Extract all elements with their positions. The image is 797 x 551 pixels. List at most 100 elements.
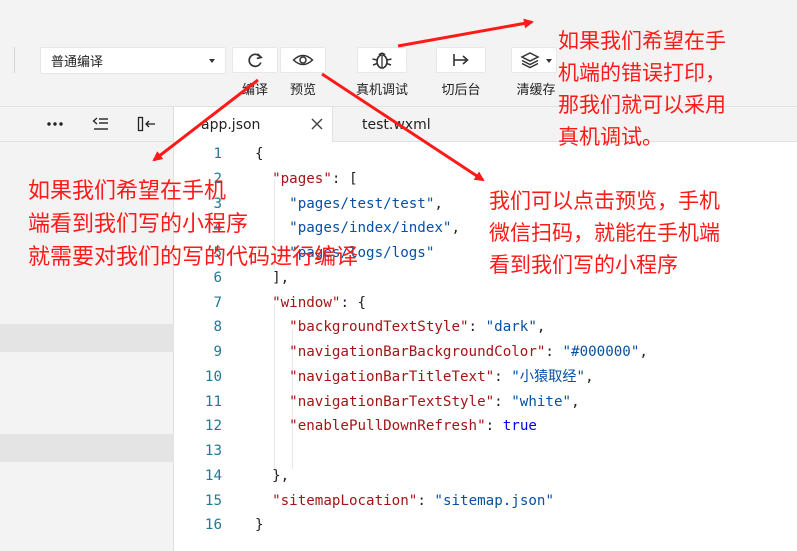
code-token: "sitemapLocation" bbox=[272, 492, 418, 509]
remote-debug-annotation: 如果我们希望在手 机端的错误打印， 那我们就可以采用 真机调试。 bbox=[558, 29, 726, 149]
code-token: } bbox=[255, 517, 264, 534]
tab-test-wxml[interactable]: test.wxml bbox=[333, 107, 453, 142]
code-text: "navigationBarBackgroundColor": "#000000… bbox=[255, 340, 648, 365]
chevron-down-icon bbox=[546, 59, 552, 63]
code-token: , bbox=[571, 393, 580, 410]
line-number: 7 bbox=[213, 294, 222, 311]
code-text: "sitemapLocation": "sitemap.json" bbox=[255, 489, 554, 514]
code-text: "window": { bbox=[255, 291, 366, 316]
compile-mode-select[interactable]: 普通编译 bbox=[40, 47, 226, 74]
code-text: "backgroundTextStyle": "dark", bbox=[255, 315, 545, 340]
code-token: : bbox=[494, 393, 512, 410]
code-token: "navigationBarTitleText" bbox=[289, 368, 495, 385]
switch-background-icon bbox=[451, 52, 471, 68]
code-line[interactable]: 7 "window": { bbox=[175, 291, 797, 316]
code-token: "小猿取经" bbox=[511, 368, 586, 385]
code-token: "navigationBarTextStyle" bbox=[289, 393, 495, 410]
line-number: 9 bbox=[213, 344, 222, 360]
code-token: , bbox=[585, 368, 594, 385]
code-token: "window" bbox=[272, 294, 341, 311]
file-explorer-panel bbox=[0, 107, 174, 551]
code-token: "white" bbox=[511, 393, 572, 410]
code-token: , bbox=[451, 220, 461, 237]
code-text: "navigationBarTextStyle": "white", bbox=[255, 390, 580, 415]
code-token: "backgroundTextStyle" bbox=[289, 319, 469, 336]
tab-label: test.wxml bbox=[362, 116, 431, 133]
code-token: : bbox=[468, 319, 486, 336]
code-text: } bbox=[255, 513, 264, 538]
close-icon[interactable] bbox=[310, 117, 324, 131]
layers-icon bbox=[520, 51, 540, 69]
toolbar-divider bbox=[14, 47, 15, 73]
switch-background-button[interactable] bbox=[436, 47, 486, 73]
collapse-panel-icon[interactable] bbox=[137, 115, 157, 133]
compile-annotation: 如果我们希望在手机 端看到我们写的小程序 就需要对我们的写的代码进行编译 bbox=[28, 179, 359, 270]
code-token: : bbox=[417, 492, 435, 509]
line-number: 1 bbox=[213, 146, 222, 162]
compile-label: 编译 bbox=[241, 83, 268, 98]
more-icon[interactable] bbox=[45, 115, 65, 133]
line-number: 12 bbox=[204, 418, 222, 435]
line-number: 16 bbox=[204, 517, 222, 534]
code-line[interactable]: 15 "sitemapLocation": "sitemap.json" bbox=[175, 489, 797, 514]
remote-debug-label: 真机调试 bbox=[355, 83, 408, 98]
code-token: : bbox=[494, 368, 512, 385]
code-line[interactable]: 16} bbox=[175, 513, 797, 538]
code-line[interactable]: 8 "backgroundTextStyle": "dark", bbox=[175, 315, 797, 340]
compile-mode-value: 普通编译 bbox=[51, 55, 104, 70]
code-text: "enablePullDownRefresh": true bbox=[255, 414, 537, 439]
file-tree-row[interactable] bbox=[0, 434, 174, 462]
code-token: : { bbox=[340, 294, 367, 311]
code-token: "dark" bbox=[485, 319, 537, 336]
line-number: 11 bbox=[204, 393, 222, 410]
line-number: 8 bbox=[213, 319, 222, 336]
line-number: 13 bbox=[204, 443, 222, 459]
explorer-toolbar bbox=[0, 107, 174, 142]
preview-label: 预览 bbox=[289, 83, 316, 98]
clear-cache-button[interactable] bbox=[511, 47, 557, 73]
code-token: , bbox=[536, 319, 546, 336]
code-token: , bbox=[639, 344, 648, 360]
switch-background-label: 切后台 bbox=[441, 83, 481, 98]
code-token: "navigationBarBackgroundColor" bbox=[289, 344, 546, 360]
bug-icon bbox=[371, 50, 393, 70]
code-token: : bbox=[485, 418, 503, 435]
remote-debug-button[interactable] bbox=[357, 47, 407, 73]
tab-app-json[interactable]: app.json bbox=[175, 107, 333, 142]
code-line[interactable]: 9 "navigationBarBackgroundColor": "#0000… bbox=[175, 340, 797, 365]
chevron-down-icon bbox=[209, 59, 215, 63]
compile-button[interactable] bbox=[232, 47, 278, 73]
file-tree-row[interactable] bbox=[0, 324, 174, 352]
code-line[interactable]: 13 bbox=[175, 439, 797, 464]
line-number: 10 bbox=[204, 368, 222, 385]
code-token: }, bbox=[255, 467, 290, 484]
refresh-icon bbox=[245, 50, 265, 70]
code-token: : bbox=[545, 344, 563, 360]
outdent-icon[interactable] bbox=[91, 115, 111, 133]
tab-label: app.json bbox=[201, 116, 261, 133]
code-token: "sitemap.json" bbox=[434, 492, 554, 509]
code-line[interactable]: 11 "navigationBarTextStyle": "white", bbox=[175, 390, 797, 415]
eye-icon bbox=[292, 52, 314, 68]
code-line[interactable]: 14 }, bbox=[175, 464, 797, 489]
code-token: true bbox=[502, 418, 537, 435]
code-text: "navigationBarTitleText": "小猿取经", bbox=[255, 365, 594, 390]
code-line[interactable]: 12 "enablePullDownRefresh": true bbox=[175, 414, 797, 439]
preview-annotation: 我们可以点击预览，手机 微信扫码，就能在手机端 看到我们写的小程序 bbox=[489, 189, 720, 277]
code-token: , bbox=[434, 195, 443, 212]
code-line[interactable]: 10 "navigationBarTitleText": "小猿取经", bbox=[175, 365, 797, 390]
preview-button[interactable] bbox=[280, 47, 326, 73]
code-token: { bbox=[255, 146, 264, 162]
code-token: "enablePullDownRefresh" bbox=[289, 418, 486, 435]
line-number: 15 bbox=[204, 492, 222, 509]
line-number: 14 bbox=[204, 467, 222, 484]
code-token: "#000000" bbox=[562, 344, 640, 360]
code-text: }, bbox=[255, 464, 289, 489]
